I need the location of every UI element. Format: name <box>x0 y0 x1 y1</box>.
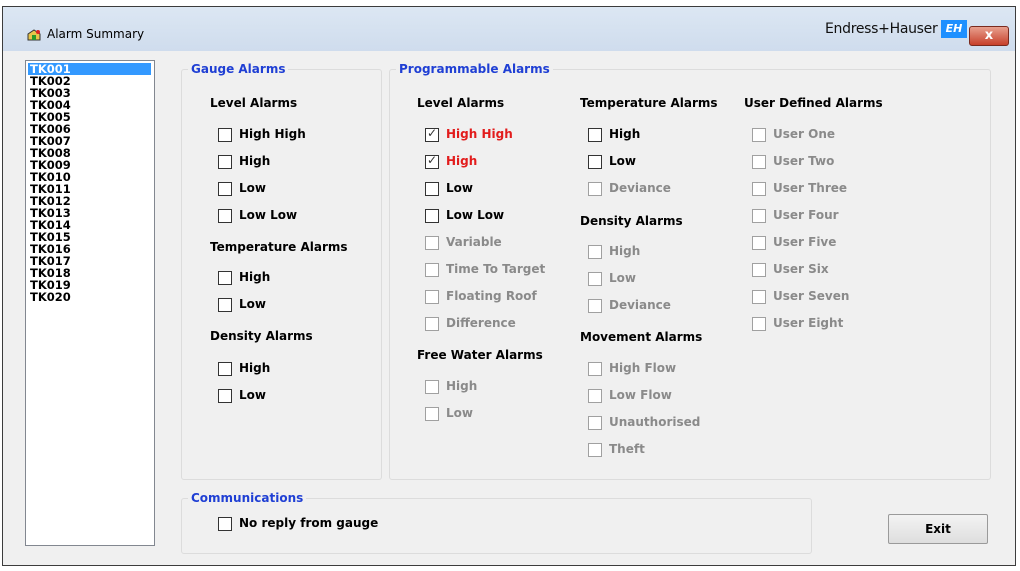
close-button[interactable]: x <box>969 26 1009 46</box>
checkbox-label: Time To Target <box>446 262 546 276</box>
checkbox-box <box>588 443 602 457</box>
checkbox-box <box>425 407 439 421</box>
gauge-alarms-title: Gauge Alarms <box>188 62 289 76</box>
gauge-temperature-alarms-header: Temperature Alarms <box>210 240 348 254</box>
checkbox-box <box>588 299 602 313</box>
checkbox-box[interactable] <box>588 155 602 169</box>
checkbox-box <box>425 290 439 304</box>
checkbox-box <box>752 128 766 142</box>
checkbox-box[interactable] <box>218 517 232 531</box>
checkbox-box[interactable] <box>425 182 439 196</box>
checkbox-box[interactable] <box>218 362 232 376</box>
checkbox-label: No reply from gauge <box>239 516 379 530</box>
communications-title: Communications <box>188 491 307 505</box>
checkbox-label: High Flow <box>609 361 677 375</box>
prog-user-defined-alarms-header: User Defined Alarms <box>744 96 883 110</box>
checkbox-label: User Six <box>773 262 829 276</box>
brand-name: Endress+Hauser <box>825 21 938 37</box>
checkbox-box <box>752 236 766 250</box>
checkbox-box[interactable] <box>218 209 232 223</box>
checkbox-box <box>588 182 602 196</box>
checkbox-label: Low Flow <box>609 388 672 402</box>
client-area: TK001 TK002 TK003 TK004 TK005 TK006 TK007 TK008… <box>11 51 1007 559</box>
checkbox-label: Floating Roof <box>446 289 537 303</box>
checkbox-label: Low <box>446 406 473 420</box>
checkbox-label: Unauthorised <box>609 415 701 429</box>
checkbox-box <box>752 263 766 277</box>
checkbox-label: High <box>239 270 271 284</box>
prog-level-alarms-header: Level Alarms <box>417 96 505 110</box>
checkbox-box <box>752 209 766 223</box>
prog-free-water-alarms-header: Free Water Alarms <box>417 348 543 362</box>
checkbox-label: Low <box>609 271 636 285</box>
checkbox-label: Low <box>446 181 473 195</box>
checkbox-label: High <box>239 154 271 168</box>
checkbox-box <box>588 245 602 259</box>
check-mark-icon: ✓ <box>427 153 438 167</box>
exit-button[interactable]: Exit <box>888 514 988 544</box>
checkbox-label: Low Low <box>446 208 505 222</box>
window-title: Alarm Summary <box>47 27 145 41</box>
checkbox-label: High High <box>239 127 306 141</box>
checkbox-box <box>425 236 439 250</box>
checkbox-label: Low <box>239 181 266 195</box>
checkbox-label: User One <box>773 127 836 141</box>
checkbox-box <box>425 380 439 394</box>
checkbox-box <box>588 389 602 403</box>
checkbox-box[interactable] <box>425 209 439 223</box>
prog-temperature-alarms-header: Temperature Alarms <box>580 96 718 110</box>
checkbox-label: High <box>446 379 478 393</box>
checkbox-box[interactable] <box>218 128 232 142</box>
alarm-bell-icon <box>27 29 41 41</box>
checkbox-box <box>752 182 766 196</box>
alarm-summary-window: Alarm Summary Endress+Hauser EH x TK001 T… <box>2 6 1016 566</box>
check-mark-icon: ✓ <box>427 126 438 140</box>
prog-density-alarms-header: Density Alarms <box>580 214 683 228</box>
checkbox-label: High <box>609 244 641 258</box>
checkbox-box <box>752 155 766 169</box>
gauge-level-alarms-header: Level Alarms <box>210 96 298 110</box>
checkbox-label: Low <box>609 154 636 168</box>
checkbox-label: High <box>239 361 271 375</box>
checkbox-label: Low <box>239 297 266 311</box>
checkbox-box[interactable] <box>218 389 232 403</box>
checkbox-label: Theft <box>609 442 645 456</box>
checkbox-label: User Four <box>773 208 839 222</box>
checkbox-box[interactable]: ✓ <box>425 126 439 142</box>
checkbox-box <box>752 290 766 304</box>
tank-list-item[interactable]: TK020 <box>28 291 151 303</box>
checkbox-label: Variable <box>446 235 502 249</box>
checkbox-box <box>752 317 766 331</box>
programmable-alarms-title: Programmable Alarms <box>396 62 553 76</box>
gauge-density-alarms-header: Density Alarms <box>210 329 313 343</box>
checkbox-label: High <box>609 127 641 141</box>
checkbox-box[interactable] <box>588 128 602 142</box>
checkbox-label: Deviance <box>609 181 671 195</box>
checkbox-label: Low Low <box>239 208 298 222</box>
checkbox-box[interactable] <box>218 271 232 285</box>
checkbox-box <box>588 272 602 286</box>
tank-list[interactable]: TK001 TK002 TK003 TK004 TK005 TK006 TK007 TK008… <box>25 60 155 546</box>
checkbox-box[interactable] <box>218 298 232 312</box>
checkbox-label: Deviance <box>609 298 671 312</box>
checkbox-label: High High <box>446 127 513 141</box>
checkbox-label: User Five <box>773 235 837 249</box>
checkbox-label: High <box>446 154 478 168</box>
title-bar: Alarm Summary Endress+Hauser EH x <box>3 7 1015 51</box>
checkbox-box[interactable] <box>218 182 232 196</box>
checkbox-label: User Seven <box>773 289 850 303</box>
checkbox-box <box>588 362 602 376</box>
checkbox-box <box>425 317 439 331</box>
prog-movement-alarms-header: Movement Alarms <box>580 330 703 344</box>
checkbox-box[interactable] <box>218 155 232 169</box>
checkbox-label: User Three <box>773 181 848 195</box>
checkbox-label: User Eight <box>773 316 844 330</box>
checkbox-box <box>425 263 439 277</box>
checkbox-label: User Two <box>773 154 835 168</box>
checkbox-box <box>588 416 602 430</box>
checkbox-label: Low <box>239 388 266 402</box>
checkbox-box[interactable]: ✓ <box>425 153 439 169</box>
brand-logo-icon: EH <box>941 20 967 38</box>
checkbox-label: Difference <box>446 316 516 330</box>
